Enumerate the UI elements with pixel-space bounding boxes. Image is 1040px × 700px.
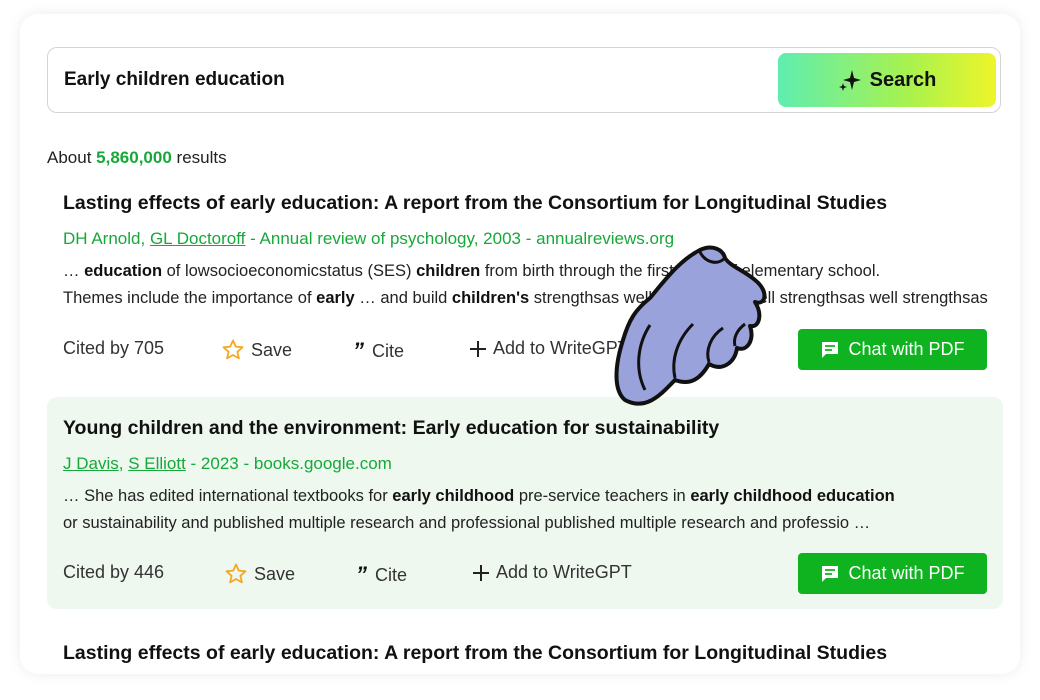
quote-icon: ” — [356, 562, 367, 587]
search-bar: Search — [47, 47, 1001, 113]
result-meta: DH Arnold, GL Doctoroff - Annual review … — [63, 229, 674, 249]
result-meta: J Davis, S Elliott - 2023 - books.google… — [63, 454, 392, 474]
chat-with-pdf-button[interactable]: Chat with PDF — [798, 553, 987, 594]
search-input[interactable] — [64, 64, 744, 96]
add-to-writegpt-label: Add to WriteGPT — [493, 338, 629, 358]
author-link[interactable]: J Davis — [63, 454, 119, 473]
save-button[interactable]: Save — [224, 562, 295, 586]
quote-icon: ” — [353, 338, 364, 363]
snippet-highlight: early childhood — [392, 487, 515, 505]
result-item: Lasting effects of early education: A re… — [47, 624, 1003, 674]
result-item: Lasting effects of early education: A re… — [47, 174, 1003, 389]
snippet-text: Themes include the importance of — [63, 289, 317, 307]
results-count: About 5,860,000 results — [47, 148, 227, 168]
chat-icon — [822, 565, 839, 582]
snippet-line: Themes include the importance of early …… — [63, 285, 993, 312]
snippet-highlight: children's — [451, 289, 530, 307]
snippet-text: or sustainability and published multiple… — [63, 514, 871, 532]
result-title[interactable]: Lasting effects of early education: A re… — [63, 192, 887, 215]
snippet-highlight: early childhood education — [690, 487, 895, 505]
result-actions: Cited by 446 Save ” Cite Add to WriteGPT… — [63, 553, 987, 594]
star-icon — [225, 563, 247, 584]
snippet-text: … and build — [354, 289, 452, 307]
plus-icon — [470, 340, 486, 357]
snippet-highlight: children — [416, 262, 481, 280]
sparkle-icon — [838, 70, 861, 91]
cited-by-link[interactable]: Cited by 446 — [63, 562, 164, 583]
snippet-text: pre-service teachers in — [514, 487, 691, 505]
save-button[interactable]: Save — [221, 338, 292, 362]
chat-with-pdf-button[interactable]: Chat with PDF — [798, 329, 987, 370]
chat-icon — [822, 341, 839, 358]
add-to-writegpt-button[interactable]: Add to WriteGPT — [472, 562, 632, 583]
cited-by-label: Cited by 446 — [63, 562, 165, 582]
snippet-line: … She has edited international textbooks… — [63, 483, 993, 510]
star-icon — [222, 339, 244, 360]
chat-with-pdf-label: Chat with PDF — [848, 339, 965, 359]
author-link[interactable]: S Elliott — [128, 454, 186, 473]
results-count-suffix: results — [176, 148, 227, 167]
snippet-text: strengthsas well strengthsas well streng… — [529, 289, 993, 307]
result-title[interactable]: Lasting effects of early education: A re… — [63, 642, 887, 665]
author-link[interactable]: GL Doctoroff — [150, 229, 245, 248]
author-separator: , — [140, 229, 150, 248]
result-actions: Cited by 705 Save ” Cite Add to WriteGPT… — [63, 329, 987, 370]
result-snippet: … She has edited international textbooks… — [63, 483, 993, 537]
result-title[interactable]: Young children and the environment: Earl… — [63, 417, 719, 440]
add-to-writegpt-label: Add to WriteGPT — [496, 562, 632, 582]
cited-by-label: Cited by 705 — [63, 338, 165, 358]
search-button-label: Search — [869, 68, 937, 91]
cite-button[interactable]: ” Cite — [353, 338, 404, 364]
result-item: Young children and the environment: Earl… — [47, 397, 1003, 609]
results-card: Search About 5,860,000 results Lasting e… — [20, 14, 1020, 674]
cite-label: Cite — [375, 564, 408, 585]
snippet-text: of lowsocioeconomicstatus (SES) — [162, 262, 417, 280]
snippet-line: … education of lowsocioeconomicstatus (S… — [63, 258, 993, 285]
cited-by-link[interactable]: Cited by 705 — [63, 338, 164, 359]
results-count-prefix: About — [47, 148, 92, 167]
author-name: DH Arnold — [63, 229, 141, 248]
search-button[interactable]: Search — [778, 53, 996, 107]
result-snippet: … education of lowsocioeconomicstatus (S… — [63, 258, 993, 312]
cite-button[interactable]: ” Cite — [356, 562, 407, 588]
plus-icon — [473, 564, 489, 581]
chat-with-pdf-label: Chat with PDF — [848, 563, 965, 583]
author-separator: , — [118, 454, 129, 473]
snippet-line: or sustainability and published multiple… — [63, 510, 993, 537]
cite-label: Cite — [372, 340, 405, 361]
snippet-text: from birth through the first years of el… — [480, 262, 881, 280]
result-source: - Annual review of psychology, 2003 - an… — [245, 229, 675, 248]
save-label: Save — [254, 563, 296, 584]
snippet-text: … — [63, 262, 85, 280]
result-source: - 2023 - books.google.com — [185, 454, 392, 473]
snippet-highlight: early — [316, 289, 355, 307]
save-label: Save — [251, 339, 293, 360]
add-to-writegpt-button[interactable]: Add to WriteGPT — [469, 338, 629, 359]
results-count-number: 5,860,000 — [96, 148, 172, 167]
snippet-highlight: education — [84, 262, 163, 280]
snippet-text: … She has edited international textbooks… — [63, 487, 393, 505]
